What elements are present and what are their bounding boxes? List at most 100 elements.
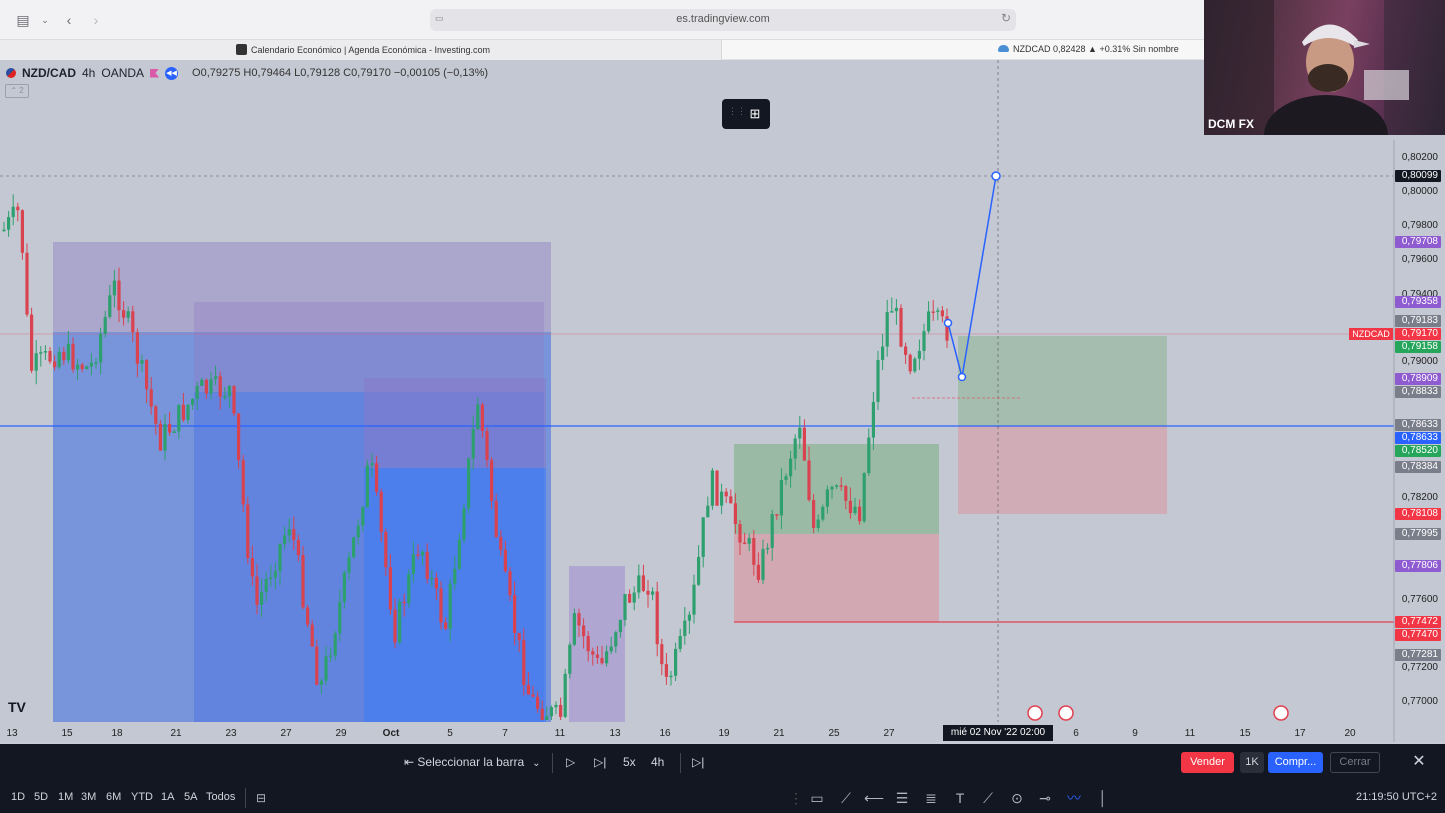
- economic-event-icon[interactable]: [1027, 705, 1043, 721]
- price-badge: 0,78909: [1395, 373, 1441, 385]
- jump-to-realtime-icon[interactable]: ▷|: [692, 755, 704, 769]
- chart-legend: NZD/CAD 4h OANDA ◀◀ O0,79275 H0,79464 L0…: [6, 66, 488, 80]
- candle-body: [793, 438, 797, 459]
- candle-body: [338, 601, 342, 634]
- speed-button[interactable]: 5x: [623, 755, 636, 769]
- tab-tradingview[interactable]: NZDCAD 0,82428 ▲ +0.31% Sin nombre: [998, 44, 1179, 54]
- select-bar-button[interactable]: ⇤ Seleccionar la barra ⌄: [404, 755, 541, 769]
- quantity-field[interactable]: 1K: [1240, 752, 1264, 773]
- candle-body: [71, 343, 75, 370]
- path-anchor[interactable]: [957, 372, 967, 382]
- position2-loss-zone[interactable]: [958, 426, 1167, 514]
- candle-body: [733, 503, 737, 525]
- candle-body: [20, 210, 24, 253]
- timeframe-1a[interactable]: 1A: [161, 791, 174, 803]
- candle-body: [43, 351, 47, 353]
- interval-label[interactable]: 4h: [82, 66, 95, 80]
- symbol-name[interactable]: NZD/CAD: [22, 66, 76, 80]
- timeframe-3m[interactable]: 3M: [81, 791, 96, 803]
- candle-body: [549, 707, 553, 717]
- candle-body: [89, 362, 93, 367]
- sidebar-toggle-icon[interactable]: ▤: [14, 11, 32, 29]
- time-cursor-label: mié 02 Nov '22 02:00: [943, 725, 1053, 741]
- position-loss-zone[interactable]: [734, 534, 939, 622]
- candle-body: [172, 431, 176, 434]
- candle-body: [885, 312, 889, 347]
- candle-body: [324, 656, 328, 681]
- floating-toolbar[interactable]: ⋮⋮ ⊞: [722, 99, 770, 129]
- add-widget-icon[interactable]: ⊞: [747, 106, 763, 122]
- chevron-down-icon[interactable]: ⌄: [36, 11, 54, 29]
- horizontal-line-icon[interactable]: ⊸: [1035, 788, 1055, 808]
- close-icon[interactable]: ✕: [1410, 752, 1428, 772]
- timeframe-ytd[interactable]: YTD: [131, 791, 153, 803]
- candle-body: [218, 376, 222, 397]
- drag-handle-icon[interactable]: ⋮⋮: [728, 107, 746, 120]
- candle-body: [600, 657, 604, 664]
- candle-body: [664, 664, 668, 677]
- back-icon[interactable]: ‹: [60, 11, 78, 29]
- path-anchor[interactable]: [943, 318, 953, 328]
- tradingview-logo-icon[interactable]: TV: [8, 699, 26, 715]
- step-forward-icon[interactable]: ▷|: [594, 755, 606, 769]
- timeframe-todos[interactable]: Todos: [206, 791, 235, 803]
- rectangle-tool-icon[interactable]: ▭: [807, 788, 827, 808]
- candle-body: [273, 571, 277, 578]
- tab-investing[interactable]: Calendario Económico | Agenda Económica …: [0, 40, 722, 60]
- timeframe-5a[interactable]: 5A: [184, 791, 197, 803]
- candle-body: [536, 696, 540, 709]
- timeframe-1m[interactable]: 1M: [58, 791, 73, 803]
- price-chart[interactable]: [0, 60, 1445, 742]
- economic-event-icon[interactable]: [1058, 705, 1074, 721]
- clock[interactable]: 21:19:50 UTC+2: [1356, 791, 1437, 803]
- candle-body: [572, 613, 576, 645]
- broker-label[interactable]: OANDA: [101, 66, 144, 80]
- candle-body: [264, 578, 268, 592]
- replay-icon[interactable]: ◀◀: [165, 66, 179, 80]
- time-tick-label: Oct: [382, 728, 400, 739]
- candle-body: [839, 485, 843, 487]
- candle-body: [678, 635, 682, 649]
- timeframe-5d[interactable]: 5D: [34, 791, 48, 803]
- buy-button[interactable]: Compr...: [1268, 752, 1323, 773]
- forward-icon[interactable]: ›: [87, 11, 105, 29]
- close-position-button[interactable]: Cerrar: [1330, 752, 1380, 773]
- drag-handle-icon[interactable]: ⋮: [786, 788, 806, 808]
- candle-body: [480, 404, 484, 431]
- time-tick-label: 15: [61, 728, 73, 739]
- address-bar[interactable]: ▭ es.tradingview.com ↻: [430, 9, 1016, 31]
- position2-profit-zone[interactable]: [958, 336, 1167, 426]
- path-anchor[interactable]: [991, 171, 1001, 181]
- circle-tool-icon[interactable]: ⊙: [1007, 788, 1027, 808]
- brush-icon[interactable]: ⟋: [978, 788, 998, 808]
- bottom-toolbar: 1D 5D 1M 3M 6M YTD 1A 5A Todos ⊟ ⋮ ▭ ⟋ ⟵ ☰ ≣ T ⟋…: [0, 782, 1445, 813]
- candle-body: [131, 311, 135, 333]
- candle-body: [605, 651, 609, 664]
- reload-icon[interactable]: ↻: [1001, 11, 1011, 25]
- trend-line-icon[interactable]: ⟋: [836, 788, 856, 808]
- play-icon[interactable]: ▷: [566, 755, 575, 769]
- ohlc-values: O0,79275 H0,79464 L0,79128 C0,79170 −0,0…: [192, 67, 489, 79]
- candle-body: [135, 332, 139, 364]
- parallel-channel-icon[interactable]: ☰: [892, 788, 912, 808]
- horizontal-ray-icon[interactable]: ⟵: [864, 788, 884, 808]
- date-range-icon[interactable]: ⊟: [251, 788, 271, 808]
- timeframe-6m[interactable]: 6M: [106, 791, 121, 803]
- candle-body: [25, 252, 29, 315]
- timeframe-1d[interactable]: 1D: [11, 791, 25, 803]
- vertical-line-icon[interactable]: │: [1093, 788, 1113, 808]
- candle-body: [904, 346, 908, 355]
- path-tool-icon[interactable]: 〰: [1064, 788, 1084, 808]
- candle-body: [223, 396, 227, 398]
- fib-retracement-icon[interactable]: ≣: [921, 788, 941, 808]
- economic-event-icon[interactable]: [1273, 705, 1289, 721]
- candle-body: [770, 514, 774, 548]
- candle-body: [821, 506, 825, 520]
- flag-marker-icon[interactable]: [150, 68, 160, 78]
- text-tool-icon[interactable]: T: [950, 788, 970, 808]
- chart-canvas[interactable]: [0, 60, 1445, 742]
- interval-button[interactable]: 4h: [651, 755, 664, 769]
- sell-button[interactable]: Vender: [1181, 752, 1234, 773]
- purple-zone-small[interactable]: [364, 378, 546, 468]
- collapse-indicators-button[interactable]: ⌃ 2: [5, 84, 29, 98]
